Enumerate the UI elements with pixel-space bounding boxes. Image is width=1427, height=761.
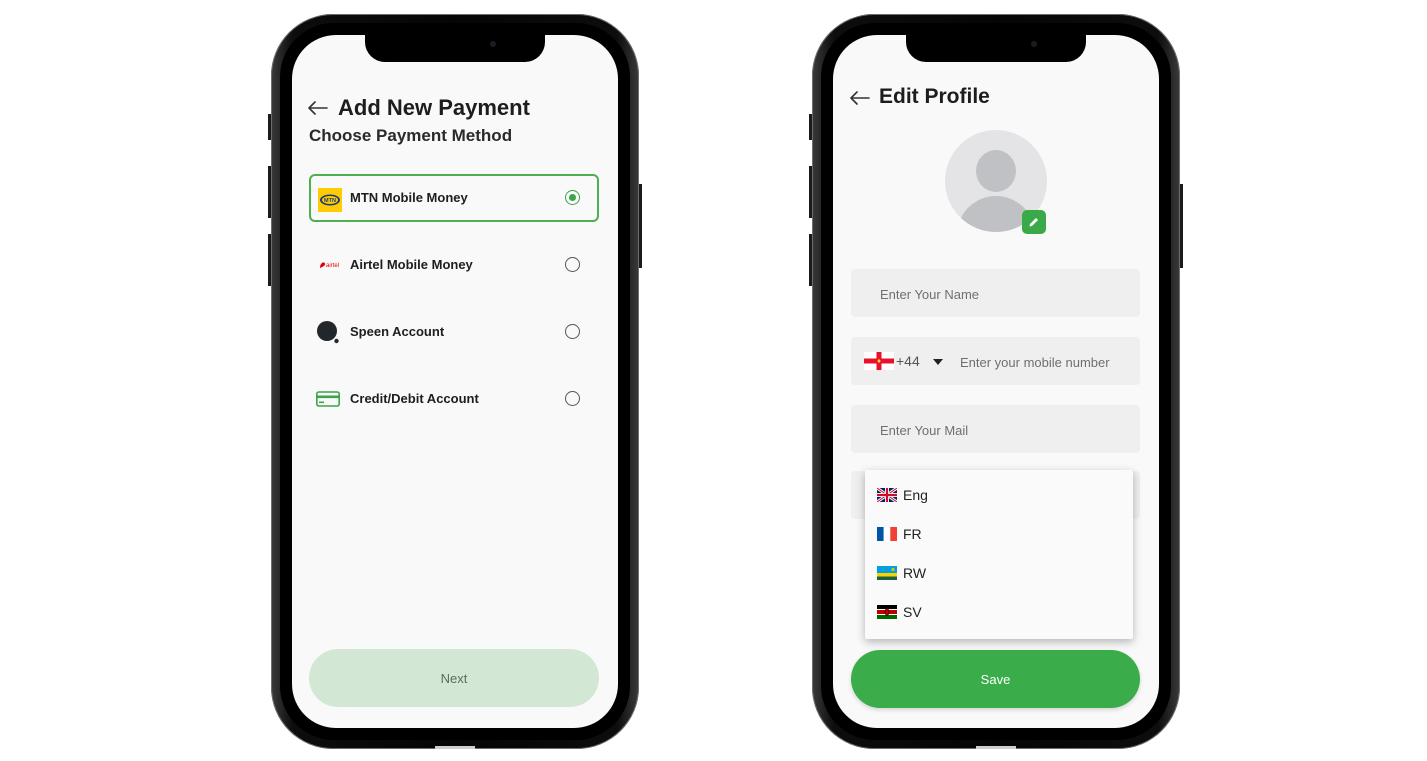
mail-placeholder: Enter Your Mail xyxy=(880,423,969,438)
language-option-fr[interactable]: FR xyxy=(877,522,1117,546)
next-button[interactable]: Next xyxy=(309,649,599,707)
back-arrow-icon[interactable] xyxy=(850,91,870,105)
radio-unselected[interactable] xyxy=(565,391,580,406)
language-option-sv[interactable]: SV xyxy=(877,600,1117,624)
edit-avatar-button[interactable] xyxy=(1022,210,1046,234)
payment-option-card[interactable]: Credit/Debit Account xyxy=(309,375,599,423)
name-placeholder: Enter Your Name xyxy=(880,287,980,302)
name-field[interactable]: Enter Your Name xyxy=(851,269,1140,317)
kenya-flag-icon xyxy=(877,605,897,619)
back-arrow-icon[interactable] xyxy=(308,101,328,115)
section-label: Choose Payment Method xyxy=(309,126,513,145)
airtel-logo-icon: airtel xyxy=(320,262,339,269)
phone-placeholder: Enter your mobile number xyxy=(960,355,1110,370)
payment-option-label: MTN Mobile Money xyxy=(350,190,468,205)
language-dropdown-menu: Eng FR RW SV xyxy=(865,470,1133,639)
page-title: Edit Profile xyxy=(879,85,990,108)
language-option-eng[interactable]: Eng xyxy=(877,483,1117,507)
mtn-logo-icon: MTN xyxy=(318,188,342,212)
language-label: Eng xyxy=(903,487,928,503)
svg-text:MTN: MTN xyxy=(324,198,336,204)
svg-text:airtel: airtel xyxy=(326,263,339,269)
payment-option-label: Airtel Mobile Money xyxy=(350,257,473,272)
phone-field[interactable]: +44 Enter your mobile number xyxy=(851,337,1140,385)
phone-notch xyxy=(365,34,545,62)
mail-field[interactable]: Enter Your Mail xyxy=(851,405,1140,453)
save-button[interactable]: Save xyxy=(851,650,1140,708)
uk-flag-icon xyxy=(877,488,897,502)
speen-logo-icon xyxy=(317,321,339,344)
phone-notch xyxy=(906,34,1086,62)
phone-frame-profile: Edit Profile Enter Your Name +44 Enter y… xyxy=(809,14,1183,749)
payment-option-label: Speen Account xyxy=(350,324,445,339)
chevron-down-icon[interactable] xyxy=(933,359,943,365)
payment-option-speen[interactable]: Speen Account xyxy=(309,308,599,356)
credit-card-icon xyxy=(316,391,340,407)
payment-screen: Add New Payment Choose Payment Method MT… xyxy=(292,35,618,728)
radio-unselected[interactable] xyxy=(565,257,580,272)
language-label: RW xyxy=(903,565,927,581)
payment-option-mtn[interactable]: MTN MTN Mobile Money xyxy=(309,174,599,222)
pencil-icon xyxy=(1029,218,1038,227)
guernsey-flag-icon xyxy=(864,352,894,370)
radio-unselected[interactable] xyxy=(565,324,580,339)
rwanda-flag-icon xyxy=(877,566,897,580)
country-code[interactable]: +44 xyxy=(896,353,920,369)
phone-frame-payment: Add New Payment Choose Payment Method MT… xyxy=(268,14,642,749)
profile-screen: Edit Profile Enter Your Name +44 Enter y… xyxy=(833,35,1159,728)
page-title: Add New Payment xyxy=(338,95,530,120)
language-label: SV xyxy=(903,604,922,620)
language-label: FR xyxy=(903,526,922,542)
france-flag-icon xyxy=(877,527,897,541)
payment-option-label: Credit/Debit Account xyxy=(350,391,479,406)
language-option-rw[interactable]: RW xyxy=(877,561,1117,585)
payment-option-airtel[interactable]: airtel Airtel Mobile Money xyxy=(309,241,599,289)
radio-selected[interactable] xyxy=(565,190,580,205)
